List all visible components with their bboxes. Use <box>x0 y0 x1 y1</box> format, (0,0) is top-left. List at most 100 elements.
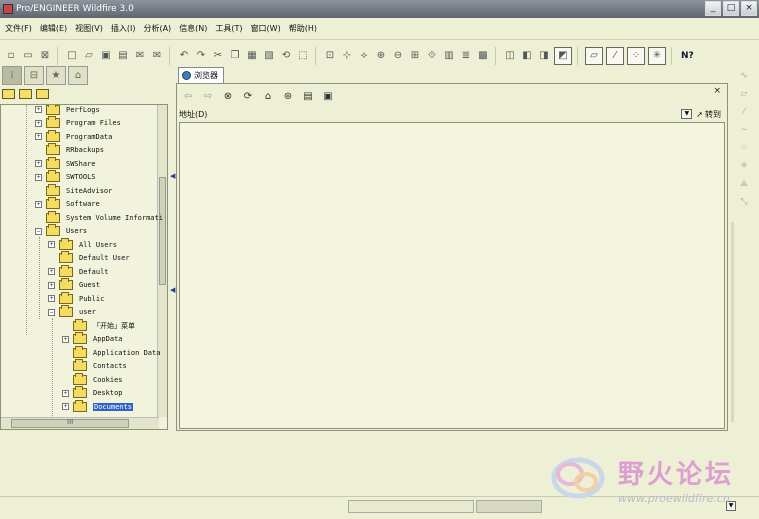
tree-item-label[interactable]: SWTOOLS <box>66 173 96 181</box>
tree-item[interactable]: + Desktop <box>62 386 123 400</box>
favorites-tab-icon[interactable]: ★ <box>46 66 66 85</box>
expand-icon[interactable]: + <box>48 268 55 275</box>
close-window-icon[interactable]: ⊠ <box>38 49 52 63</box>
menu-help[interactable]: 帮助(H) <box>287 18 323 40</box>
tree-item[interactable]: RRbackups <box>35 143 104 157</box>
tree-item[interactable]: + SWShare <box>35 156 96 170</box>
datum-axis-icon[interactable]: ⁄ <box>743 106 745 118</box>
tree-item[interactable]: Default User <box>48 251 130 265</box>
sash-arrow-icon[interactable]: ◀ <box>170 286 175 296</box>
expand-icon[interactable]: + <box>35 200 42 208</box>
no-hidden-icon[interactable]: ◨ <box>537 49 551 63</box>
history-icon[interactable]: ⊛ <box>281 90 295 104</box>
collapse-icon[interactable]: − <box>48 308 55 316</box>
paste-special-icon[interactable]: ▧ <box>262 49 276 63</box>
expand-icon[interactable]: + <box>48 241 55 248</box>
new-icon[interactable]: □ <box>65 49 79 63</box>
back-arrow-icon[interactable]: ⇦ <box>181 90 195 104</box>
expand-icon[interactable]: + <box>35 106 42 113</box>
wireframe-icon[interactable]: ◫ <box>503 49 517 63</box>
browser-close-icon[interactable]: × <box>713 86 721 96</box>
tree-item-label[interactable]: Application Data <box>93 349 160 357</box>
tree-item-label[interactable]: Default <box>79 268 109 276</box>
tree-item-label[interactable]: RRbackups <box>66 146 104 154</box>
datum-tools-icon[interactable]: ⤡ <box>740 196 747 208</box>
expand-icon[interactable]: + <box>48 281 55 289</box>
tree-item[interactable]: + SWTOOLS <box>35 170 96 184</box>
open-icon[interactable]: ▱ <box>82 49 96 63</box>
tree-item-label[interactable]: Guest <box>79 281 100 289</box>
menu-analysis[interactable]: 分析(A) <box>141 18 177 40</box>
expand-icon[interactable]: + <box>62 335 69 343</box>
tree-vertical-scrollbar[interactable] <box>157 105 167 417</box>
tree-item[interactable]: + Software <box>35 197 100 211</box>
repaint-icon[interactable]: ⊡ <box>323 49 337 63</box>
tree-item[interactable]: + Program Files <box>35 116 121 130</box>
tree-item-label[interactable]: Cookies <box>93 376 123 384</box>
zoom-in-icon[interactable]: ⊕ <box>374 49 388 63</box>
stop-icon[interactable]: ⊗ <box>221 90 235 104</box>
print-icon[interactable]: ▤ <box>301 90 315 104</box>
layers-icon[interactable]: ≣ <box>459 49 473 63</box>
collapse-icon[interactable]: − <box>35 227 42 235</box>
refresh-icon[interactable]: ⟳ <box>241 90 255 104</box>
tree-item-label[interactable]: Contacts <box>93 362 127 370</box>
saved-views-icon[interactable]: ▥ <box>442 49 456 63</box>
copy-icon[interactable]: ❐ <box>228 49 242 63</box>
sketch-curve-icon[interactable]: ∿ <box>740 70 748 82</box>
working-directory-icon[interactable] <box>36 89 49 99</box>
menu-insert[interactable]: 插入(I) <box>109 18 142 40</box>
shading-icon[interactable]: ◩ <box>554 47 572 65</box>
menu-view[interactable]: 视图(V) <box>73 18 109 40</box>
select-filter-icon[interactable]: ⬚ <box>296 49 310 63</box>
tree-item[interactable]: + Public <box>48 291 104 305</box>
connections-tab-icon[interactable]: ⌂ <box>68 66 88 85</box>
datum-plane-icon[interactable]: ▱ <box>741 88 748 100</box>
tree-item-label[interactable]: Users <box>66 227 87 235</box>
datum-curve-icon[interactable]: ∼ <box>740 124 748 136</box>
forward-arrow-icon[interactable]: ⇨ <box>201 90 215 104</box>
reorient-icon[interactable]: ⟐ <box>425 49 439 63</box>
tree-item[interactable]: SiteAdvisor <box>35 183 112 197</box>
tree-item-label[interactable]: 「开始」菜单 <box>93 321 135 331</box>
tree-item[interactable]: Application Data <box>62 345 160 359</box>
goto-button[interactable]: ➚ 转到 <box>696 109 721 120</box>
tree-item[interactable]: + Documents <box>62 399 133 413</box>
datum-axes-icon[interactable]: ⁄ <box>606 47 624 65</box>
tree-item-label[interactable]: AppData <box>93 335 123 343</box>
tree-item-label[interactable]: PerfLogs <box>66 106 100 114</box>
menu-file[interactable]: 文件(F) <box>3 18 38 40</box>
tree-horizontal-scrollbar[interactable]: III <box>1 417 159 429</box>
cut-icon[interactable]: ✂ <box>211 49 225 63</box>
folder-tree[interactable]: III + PerfLogs + Program Files + ProgramData R… <box>0 104 168 430</box>
expand-icon[interactable]: + <box>62 389 69 397</box>
datum-planes-icon[interactable]: ▱ <box>585 47 603 65</box>
tree-vertical-thumb[interactable] <box>159 177 166 285</box>
regenerate-icon[interactable]: ⟲ <box>279 49 293 63</box>
new-folder-icon[interactable] <box>2 89 15 99</box>
spin-center-icon[interactable]: ⊹ <box>340 49 354 63</box>
coordinate-systems-icon[interactable]: ✳ <box>648 47 666 65</box>
tree-item[interactable]: + AppData <box>62 332 123 346</box>
tree-item-label[interactable]: SWShare <box>66 160 96 168</box>
open-file-icon[interactable]: ▭ <box>21 49 35 63</box>
expand-icon[interactable]: + <box>35 119 42 127</box>
refit-icon[interactable]: ⊞ <box>408 49 422 63</box>
expand-icon[interactable]: + <box>48 295 55 302</box>
redo-icon[interactable]: ↷ <box>194 49 208 63</box>
expand-icon[interactable]: + <box>35 173 42 181</box>
tree-item-label[interactable]: SiteAdvisor <box>66 187 112 195</box>
tab-browser[interactable]: 浏览器 <box>178 67 224 83</box>
folder-browser-tab-icon[interactable]: ⊟ <box>24 66 44 85</box>
email-link-icon[interactable]: ✉ <box>150 49 164 63</box>
menu-tools[interactable]: 工具(T) <box>213 18 248 40</box>
save-icon[interactable]: ▣ <box>99 49 113 63</box>
tree-item-label[interactable]: Program Files <box>66 119 121 127</box>
tree-item-label[interactable]: System Volume Informati <box>66 214 163 222</box>
tree-item-label[interactable]: Software <box>66 200 100 208</box>
tree-item-label[interactable]: user <box>79 308 96 316</box>
menu-info[interactable]: 信息(N) <box>177 18 213 40</box>
minimize-button[interactable]: _ <box>705 1 721 16</box>
datum-point-icon[interactable]: ⁘ <box>740 142 748 154</box>
tree-item[interactable]: + Guest <box>48 278 100 292</box>
